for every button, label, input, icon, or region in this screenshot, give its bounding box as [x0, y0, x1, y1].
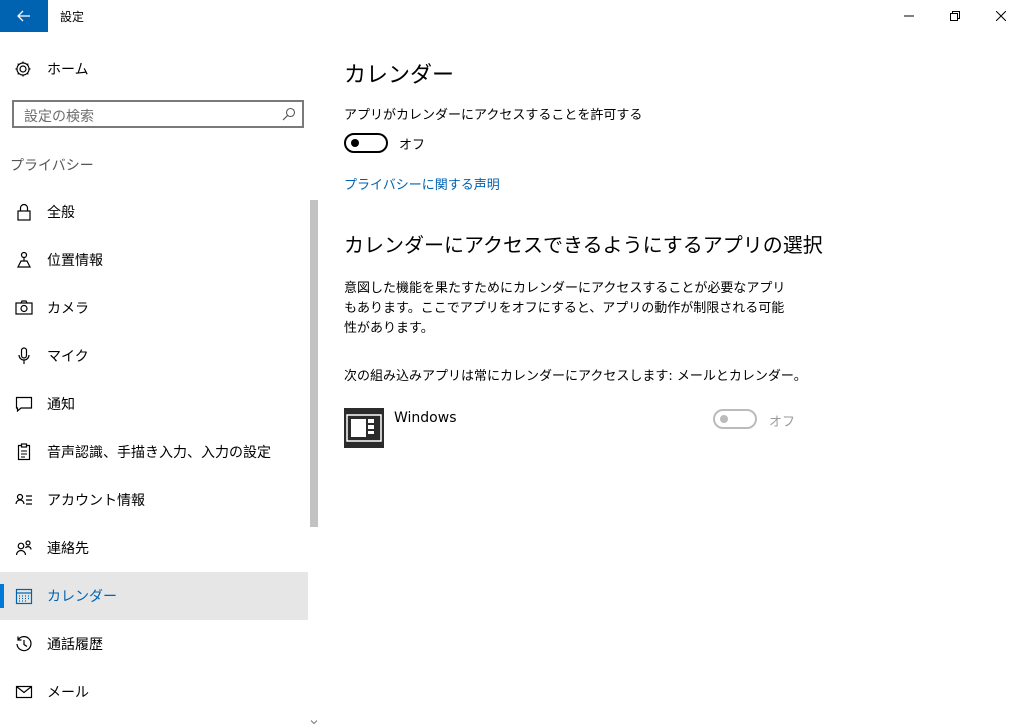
app-icon — [344, 408, 384, 448]
search-placeholder: 設定の検索 — [24, 109, 94, 125]
sidebar-item-contacts[interactable]: 連絡先 — [0, 524, 308, 572]
sidebar-item-label: 全般 — [47, 205, 75, 221]
sidebar-item-notifications[interactable]: 通知 — [0, 380, 308, 428]
sidebar-item-location[interactable]: 位置情報 — [0, 236, 308, 284]
privacy-statement-link[interactable]: プライバシーに関する声明 — [344, 174, 500, 193]
calendar-icon — [15, 588, 33, 605]
sidebar-scrollbar[interactable] — [308, 200, 320, 728]
app-access-toggle[interactable] — [713, 409, 757, 429]
search-input[interactable]: 設定の検索 — [12, 100, 304, 128]
sidebar-item-label: マイク — [47, 349, 89, 365]
sidebar-item-label: カレンダー — [47, 589, 117, 605]
windows-app-icon — [346, 414, 382, 442]
gear-icon — [15, 61, 31, 77]
sidebar-item-speech[interactable]: 音声認識、手描き入力、入力の設定 — [0, 428, 308, 476]
scrollbar-thumb[interactable] — [310, 200, 318, 527]
search-icon[interactable] — [282, 107, 296, 121]
sidebar-item-camera[interactable]: カメラ — [0, 284, 308, 332]
home-label: ホーム — [47, 62, 89, 78]
restore-icon — [950, 11, 960, 21]
description-text: 意図した機能を果たすためにカレンダーにアクセスすることが必要なアプリもあります。… — [344, 281, 786, 336]
lock-icon — [17, 203, 31, 221]
sidebar-item-account-info[interactable]: アカウント情報 — [0, 476, 308, 524]
toggle-knob — [720, 415, 728, 423]
sidebar-item-label: 音声認識、手描き入力、入力の設定 — [47, 445, 271, 461]
clipboard-icon — [17, 443, 31, 461]
camera-icon — [15, 300, 33, 315]
sidebar-item-label: アカウント情報 — [47, 493, 145, 509]
choose-apps-heading: カレンダーにアクセスできるようにするアプリの選択 — [344, 233, 823, 257]
builtin-apps-note: 次の組み込みアプリは常にカレンダーにアクセスします: メールとカレンダー。 — [344, 369, 807, 384]
sidebar: ホーム 設定の検索 プライバシー 全般 位置情報 カメラ マイク 通知 音声認識… — [0, 32, 320, 728]
sidebar-item-calendar[interactable]: カレンダー — [0, 572, 308, 620]
account-info-icon — [15, 493, 32, 505]
allow-access-toggle[interactable] — [344, 133, 388, 153]
allow-access-label: アプリがカレンダーにアクセスすることを許可する — [344, 108, 643, 123]
sidebar-item-label: 通話履歴 — [47, 637, 103, 653]
minimize-button[interactable] — [886, 0, 932, 32]
sidebar-item-microphone[interactable]: マイク — [0, 332, 308, 380]
home-nav-item[interactable]: ホーム — [0, 54, 308, 84]
sidebar-item-label: 連絡先 — [47, 541, 89, 557]
page-title: カレンダー — [344, 63, 455, 88]
window-title: 設定 — [60, 10, 85, 24]
sidebar-item-mail[interactable]: メール — [0, 668, 308, 716]
app-row-windows: Windows オフ — [344, 408, 804, 450]
sidebar-item-label: カメラ — [47, 301, 89, 317]
allow-access-toggle-state: オフ — [399, 138, 426, 153]
contacts-icon — [15, 540, 32, 556]
location-icon — [17, 251, 31, 268]
back-button[interactable] — [0, 0, 48, 32]
selected-indicator — [0, 584, 4, 608]
sidebar-item-label: 位置情報 — [47, 253, 103, 269]
sidebar-item-label: メール — [47, 685, 89, 701]
main-content: カレンダー アプリがカレンダーにアクセスすることを許可する オフ プライバシーに… — [344, 32, 1024, 728]
title-bar: 設定 — [0, 0, 1024, 32]
app-toggle-state: オフ — [769, 415, 796, 430]
notification-icon — [15, 396, 33, 413]
microphone-icon — [18, 347, 30, 364]
minimize-icon — [904, 15, 914, 17]
sidebar-item-label: 通知 — [47, 397, 75, 413]
history-icon — [16, 636, 32, 652]
sidebar-item-call-history[interactable]: 通話履歴 — [0, 620, 308, 668]
scroll-down-arrow-icon[interactable] — [310, 718, 318, 726]
privacy-section-header: プライバシー — [10, 158, 94, 174]
close-button[interactable] — [978, 0, 1024, 32]
mail-icon — [15, 685, 33, 699]
back-arrow-icon — [17, 10, 30, 22]
toggle-knob — [351, 139, 359, 147]
sidebar-item-general[interactable]: 全般 — [0, 188, 308, 236]
app-name: Windows — [394, 410, 457, 426]
close-icon — [996, 11, 1006, 21]
restore-button[interactable] — [932, 0, 978, 32]
